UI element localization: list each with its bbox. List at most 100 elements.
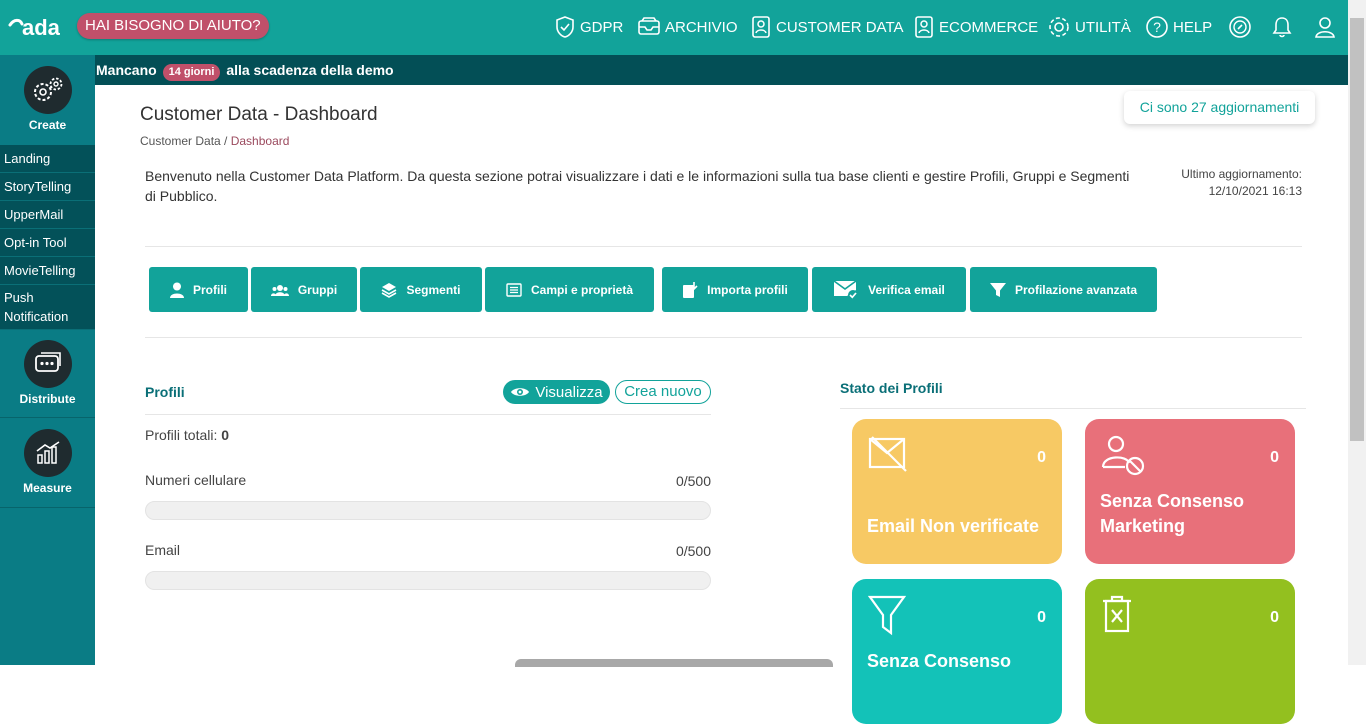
- gear-icon: [1049, 17, 1069, 37]
- nav-help[interactable]: ? HELP: [1145, 13, 1212, 41]
- importa-profili-button[interactable]: Importa profili: [662, 267, 808, 312]
- nav-user[interactable]: [1313, 13, 1341, 41]
- filter-icon: [868, 595, 906, 636]
- demo-days-badge: 14 giorni: [162, 64, 221, 81]
- mobile-progress-bar: [145, 501, 711, 520]
- card-count: 0: [1270, 449, 1279, 466]
- sidebar-item-uppermail[interactable]: UpperMail: [0, 201, 95, 229]
- profilazione-avanzata-button-label: Profilazione avanzata: [1014, 282, 1138, 297]
- user-icon: [1315, 17, 1335, 38]
- card-count: 0: [1037, 449, 1046, 466]
- breadcrumb-root[interactable]: Customer Data: [140, 134, 221, 148]
- breadcrumb: Customer Data / Dashboard: [140, 134, 289, 148]
- card-label: Senza Consenso Marketing: [1100, 491, 1245, 536]
- profili-section-title: Profili: [145, 384, 185, 400]
- nav-archivio[interactable]: ARCHIVIO: [637, 13, 738, 41]
- nav-gdpr[interactable]: GDPR: [554, 13, 623, 41]
- importa-profili-button-label: Importa profili: [707, 282, 788, 297]
- visualizza-button[interactable]: Visualizza: [503, 380, 610, 404]
- verifica-email-button[interactable]: Verifica email: [812, 267, 966, 312]
- crea-nuovo-button[interactable]: Crea nuovo: [615, 380, 711, 404]
- card-label: Senza Consenso: [867, 651, 1012, 671]
- divider: [145, 337, 1302, 338]
- nav-customer-data[interactable]: CUSTOMER DATA: [750, 13, 904, 41]
- card-count: 0: [1270, 609, 1279, 626]
- chart-icon: [23, 429, 72, 477]
- nav-utilita-label: UTILITÀ: [1075, 18, 1131, 36]
- inbox-icon: [638, 17, 660, 35]
- bell-icon: [1272, 17, 1292, 38]
- demo-prefix: Mancano: [96, 62, 157, 78]
- campi-proprieta-button[interactable]: Campi e proprietà: [485, 267, 654, 312]
- demo-suffix: alla scadenza della demo: [226, 62, 394, 78]
- sidebar-distribute-label: Distribute: [19, 392, 76, 406]
- profili-button[interactable]: Profili: [149, 267, 248, 312]
- chat-icon: [23, 340, 72, 388]
- email-count: 0/500: [675, 543, 711, 559]
- ecommerce-icon: [915, 16, 933, 38]
- nav-help-label: HELP: [1173, 18, 1213, 36]
- compass-icon: [1229, 16, 1251, 38]
- user-block-icon: [1101, 435, 1145, 476]
- sidebar: Create Landing StoryTelling UpperMail Op…: [0, 55, 95, 665]
- card-label: Email Non verificate: [867, 516, 1040, 536]
- breadcrumb-separator: /: [220, 134, 231, 148]
- nav-gdpr-label: GDPR: [580, 18, 624, 36]
- sidebar-create[interactable]: Create: [0, 66, 95, 132]
- eye-icon: [511, 388, 530, 396]
- last-update: Ultimo aggiornamento: 12/10/2021 16:13: [1130, 166, 1302, 200]
- divider: [145, 414, 711, 415]
- sidebar-divider: [0, 507, 95, 508]
- sidebar-distribute[interactable]: Distribute: [0, 340, 95, 406]
- gruppi-button[interactable]: Gruppi: [251, 267, 357, 312]
- svg-text:?: ?: [1153, 19, 1161, 35]
- welcome-text: Benvenuto nella Customer Data Platform. …: [145, 168, 1130, 204]
- nav-compass[interactable]: [1228, 13, 1256, 41]
- sidebar-item-optin-tool[interactable]: Opt-in Tool: [0, 229, 95, 257]
- page-title: Customer Data - Dashboard: [140, 104, 378, 125]
- scrollbar-thumb[interactable]: [1350, 18, 1364, 441]
- profili-totali-value: 0: [221, 427, 230, 443]
- layers-icon: [382, 282, 397, 298]
- profilazione-avanzata-button[interactable]: Profilazione avanzata: [970, 267, 1157, 312]
- question-icon: ?: [1146, 16, 1168, 38]
- shield-check-icon: [556, 16, 574, 38]
- import-icon: [683, 281, 698, 298]
- card-senza-consenso[interactable]: 0 Senza Consenso: [852, 579, 1062, 724]
- mobile-label: Numeri cellulare: [145, 472, 247, 488]
- nav-notifications[interactable]: [1271, 13, 1297, 41]
- breadcrumb-current: Dashboard: [230, 134, 290, 148]
- email-label: Email: [145, 542, 181, 558]
- top-navbar: ada HAI BISOGNO DI AIUTO? GDPR ARCHIVIO …: [0, 0, 1348, 55]
- divider: [840, 408, 1306, 409]
- sidebar-measure-label: Measure: [23, 481, 72, 495]
- nav-utilita[interactable]: UTILITÀ: [1047, 13, 1131, 41]
- updates-notice-button[interactable]: Ci sono 27 aggiornamenti: [1124, 91, 1315, 124]
- divider: [145, 246, 1302, 247]
- segmenti-button[interactable]: Segmenti: [360, 267, 482, 312]
- profili-button-label: Profili: [192, 282, 227, 297]
- sidebar-item-push-notification[interactable]: Push Notification: [0, 285, 95, 330]
- nav-ecommerce[interactable]: ECOMMERCE: [913, 13, 1038, 41]
- nav-ecommerce-label: ECOMMERCE: [939, 18, 1039, 36]
- sidebar-measure[interactable]: Measure: [0, 429, 95, 495]
- card-email-non-verificate[interactable]: 0 Email Non verificate: [852, 419, 1062, 564]
- user-icon: [169, 282, 184, 298]
- help-request-button[interactable]: HAI BISOGNO DI AIUTO?: [77, 13, 269, 39]
- sidebar-item-storytelling[interactable]: StoryTelling: [0, 173, 95, 201]
- sidebar-create-label: Create: [28, 118, 67, 132]
- card-eliminati[interactable]: 0: [1085, 579, 1295, 724]
- customer-data-icon: [752, 16, 770, 38]
- card-senza-consenso-marketing[interactable]: 0 Senza Consenso Marketing: [1085, 419, 1295, 564]
- visualizza-label: Visualizza: [535, 383, 603, 401]
- users-icon: [270, 284, 289, 296]
- gruppi-button-label: Gruppi: [297, 282, 338, 297]
- last-update-label: Ultimo aggiornamento:: [1181, 167, 1302, 181]
- mobile-count: 0/500: [675, 473, 711, 489]
- nav-customer-data-label: CUSTOMER DATA: [776, 18, 904, 36]
- sidebar-item-landing[interactable]: Landing: [0, 145, 95, 173]
- ada-logo[interactable]: ada: [8, 11, 70, 41]
- sidebar-item-movietelling[interactable]: MovieTelling: [0, 257, 95, 285]
- sidebar-divider: [0, 417, 95, 418]
- chart-placeholder: [515, 659, 833, 667]
